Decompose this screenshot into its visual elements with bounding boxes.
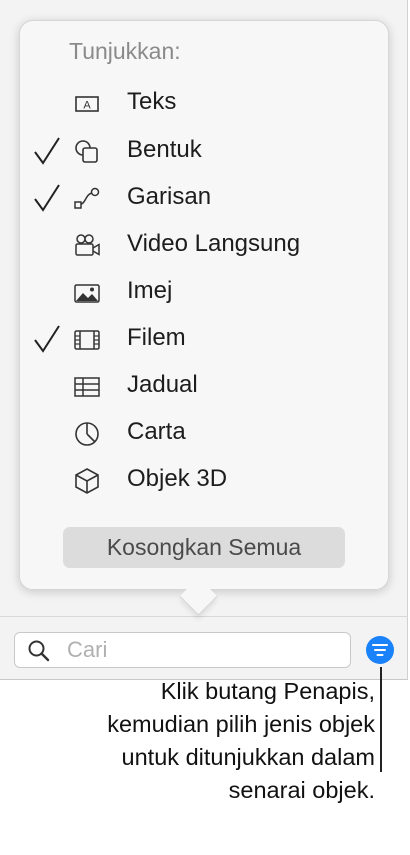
clear-all-button[interactable]: Kosongkan Semua [63, 527, 345, 568]
filter-item-shape[interactable]: Bentuk [20, 132, 388, 172]
filter-item-label: Garisan [127, 183, 212, 210]
callout-line-4: senarai objek. [228, 777, 375, 803]
text-box-icon: A [72, 89, 102, 119]
filter-item-label: Filem [127, 324, 186, 351]
svg-text:A: A [83, 100, 91, 112]
callout-line-3: untuk ditunjukkan dalam [121, 744, 375, 770]
checkmark-icon [32, 135, 62, 167]
cube-icon [72, 466, 102, 496]
filter-item-label: Objek 3D [127, 465, 228, 492]
filter-item-label: Carta [127, 418, 186, 445]
search-field[interactable] [14, 632, 351, 668]
filter-item-film[interactable]: Filem [20, 320, 388, 360]
filter-item-3d-object[interactable]: Objek 3D [20, 461, 388, 501]
filter-item-label: Jadual [127, 371, 198, 398]
checkmark-icon [32, 323, 62, 355]
film-icon [72, 325, 102, 355]
table-icon [72, 372, 102, 402]
filter-item-image[interactable]: Imej [20, 273, 388, 313]
filter-item-label: Teks [127, 88, 177, 115]
filter-item-label: Imej [127, 277, 173, 304]
callout-line-1: Klik butang Penapis, [160, 678, 375, 704]
shape-icon [72, 137, 102, 167]
search-input[interactable] [67, 636, 337, 664]
callout-leader-line [380, 667, 382, 772]
live-video-icon [72, 231, 102, 261]
line-icon [72, 184, 102, 214]
filter-item-chart[interactable]: Carta [20, 414, 388, 454]
chart-icon [72, 419, 102, 449]
callout-line-2: kemudian pilih jenis objek [107, 711, 375, 737]
image-icon [72, 278, 102, 308]
filter-icon [372, 644, 388, 656]
popover-heading: Tunjukkan: [69, 38, 181, 64]
filter-item-table[interactable]: Jadual [20, 367, 388, 407]
callout-text: Klik butang Penapis, kemudian pilih jeni… [25, 675, 375, 807]
object-list-panel: Tunjukkan: A Teks Bentuk Garisan Video L… [0, 0, 408, 680]
filter-item-line[interactable]: Garisan [20, 179, 388, 219]
search-icon [27, 639, 51, 663]
filter-item-text[interactable]: A Teks [20, 84, 388, 124]
bottom-bar-divider [0, 616, 408, 617]
filter-item-live-video[interactable]: Video Langsung [20, 226, 388, 266]
filter-item-label: Bentuk [127, 136, 202, 163]
filter-item-label: Video Langsung [127, 230, 301, 257]
checkmark-icon [32, 182, 62, 214]
filter-button[interactable] [366, 636, 394, 664]
